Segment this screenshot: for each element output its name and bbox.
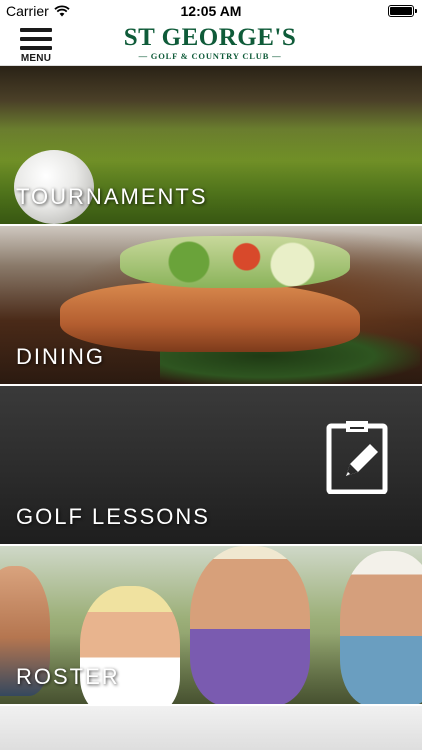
golfer-image — [190, 546, 310, 704]
tile-roster[interactable]: ROSTER — [0, 546, 422, 704]
salmon-image — [60, 282, 360, 352]
tile-tournaments[interactable]: TOURNAMENTS — [0, 66, 422, 224]
status-bar: Carrier 12:05 AM — [0, 0, 422, 22]
menu-button[interactable]: MENU — [16, 26, 56, 64]
tile-next-partial[interactable] — [0, 706, 422, 750]
tile-golf-lessons[interactable]: GOLF LESSONS — [0, 386, 422, 544]
logo-subtitle: — GOLF & COUNTRY CLUB — — [138, 51, 282, 61]
tile-dining[interactable]: DINING — [0, 226, 422, 384]
tile-golf-lessons-label: GOLF LESSONS — [16, 504, 210, 529]
app-header: MENU ST GEORGE'S — GOLF & COUNTRY CLUB — — [0, 22, 422, 66]
logo-title: ST GEORGE'S — [123, 24, 297, 51]
battery-icon — [388, 5, 417, 17]
tile-dining-label: DINING — [16, 344, 105, 369]
tile-roster-label: ROSTER — [16, 664, 120, 689]
status-time: 12:05 AM — [180, 3, 242, 19]
club-logo: ST GEORGE'S — GOLF & COUNTRY CLUB — — [110, 24, 310, 62]
hamburger-icon — [20, 28, 52, 55]
tile-tournaments-label: TOURNAMENTS — [16, 184, 208, 209]
clipboard-pencil-icon — [326, 421, 388, 494]
menu-label: MENU — [20, 53, 52, 64]
golfer-image — [340, 551, 422, 704]
salsa-topping-image — [120, 236, 350, 288]
